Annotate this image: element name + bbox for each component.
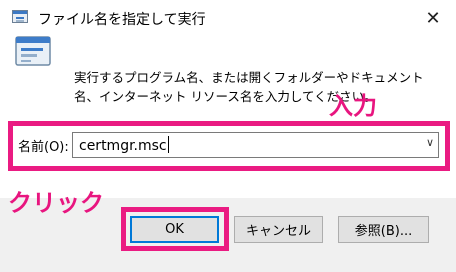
window-title: ファイル名を指定して実行	[38, 12, 206, 28]
cancel-button[interactable]: キャンセル	[234, 216, 323, 243]
run-app-icon	[12, 10, 28, 23]
program-name-input[interactable]: certmgr.msc	[79, 136, 169, 154]
run-dialog-icon	[15, 36, 51, 66]
title-bar: ファイル名を指定して実行 ✕	[0, 0, 456, 36]
close-button[interactable]: ✕	[410, 0, 456, 36]
name-field-label: 名前(O):	[18, 140, 69, 155]
ok-button[interactable]: OK	[130, 216, 219, 243]
close-icon: ✕	[425, 7, 441, 29]
annotation-click-label: クリック	[8, 189, 104, 217]
annotation-input-label: 入力	[329, 92, 377, 120]
program-name-value: certmgr.msc	[79, 138, 167, 154]
instruction-text: 実行するプログラム名、または開くフォルダーやドキュメント名、インターネット リソ…	[74, 70, 424, 104]
dialog-body	[0, 36, 456, 198]
browse-button[interactable]: 参照(B)...	[338, 216, 429, 243]
chevron-down-icon[interactable]: ∨	[426, 136, 434, 149]
program-name-combobox[interactable]: certmgr.msc ∨	[72, 132, 439, 158]
text-caret	[167, 136, 169, 153]
